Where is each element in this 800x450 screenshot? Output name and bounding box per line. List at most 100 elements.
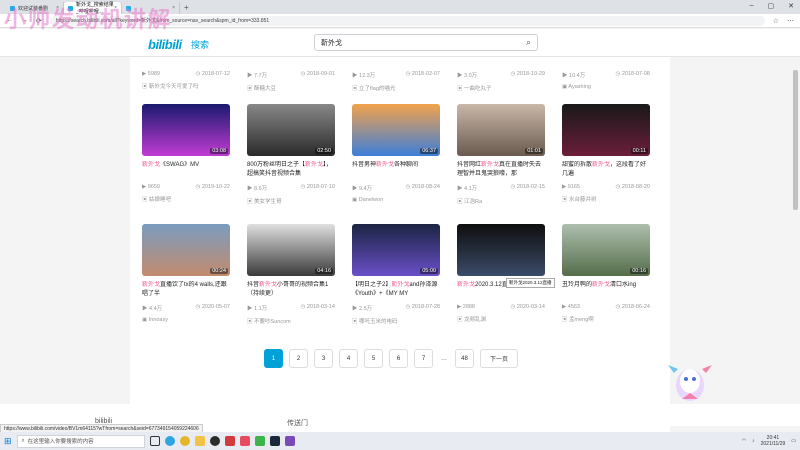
- tab-close-icon[interactable]: ×: [172, 5, 175, 11]
- uploader-name[interactable]: ▣ 江浩Ra: [457, 197, 545, 205]
- page-button-4[interactable]: 4: [339, 349, 358, 368]
- clock[interactable]: 20:41 2021/11/29: [761, 435, 786, 447]
- uploader-name[interactable]: ▣ 水台藤井树: [562, 195, 650, 203]
- forward-icon[interactable]: →: [21, 17, 28, 24]
- reload-icon[interactable]: ⟳: [36, 17, 42, 25]
- steam-icon[interactable]: [269, 436, 280, 446]
- chrome-icon[interactable]: [179, 436, 190, 446]
- video-thumbnail[interactable]: 00:24: [142, 224, 230, 276]
- star-icon[interactable]: ☆: [773, 17, 779, 25]
- video-title[interactable]: 甜蜜的拆散靳外戈，这段看了好几遍: [562, 161, 650, 179]
- url-field[interactable]: https://search.bilibili.com/all?keyword=…: [49, 15, 765, 26]
- video-card-partial[interactable]: ▶ 7.7万 ◷ 2018-09-01 ▣ 酥糖大豆: [247, 66, 335, 92]
- video-card[interactable]: 00:24 靳外戈直播饮了tx的4 walls,还跟唱了半 ▶ 4.4万 ◷ 2020…: [142, 224, 230, 323]
- video-thumbnail[interactable]: 00:11: [562, 104, 650, 156]
- edge-icon[interactable]: [164, 436, 175, 446]
- page-button-5[interactable]: 5: [364, 349, 383, 368]
- uploader-name[interactable]: ▣ Ayashing: [562, 84, 650, 90]
- video-card-partial[interactable]: ▶ 10.4万 ◷ 2018-07-08 ▣ Ayashing: [562, 66, 650, 90]
- uploader-name[interactable]: ▣ 姑娘睡吧: [142, 195, 230, 203]
- keyword-highlight: 靳外戈: [259, 282, 278, 288]
- uploader-name[interactable]: ▣ 不要吵Suncom: [247, 317, 335, 325]
- page-button-2[interactable]: 2: [289, 349, 308, 368]
- video-card[interactable]: 03:08 靳外戈《SWAG》MV ▶ 9659 ◷ 2019-10-22 ▣ 姑娘睡吧: [142, 104, 230, 203]
- notification-icon[interactable]: ▭: [791, 438, 796, 444]
- tab-close-icon[interactable]: ×: [56, 5, 59, 11]
- uploader-name[interactable]: ▣ Danelwon: [352, 197, 440, 203]
- folder-icon[interactable]: [194, 436, 205, 446]
- search-icon[interactable]: ⌕: [526, 37, 531, 48]
- uploader-name[interactable]: ▣ Innoasy: [142, 317, 230, 323]
- wifi-icon[interactable]: ◠: [742, 438, 746, 444]
- browser-tab[interactable]: 欢迎试装番剧 ×: [6, 2, 64, 14]
- new-tab-icon[interactable]: +: [184, 3, 189, 12]
- bilibili-logo[interactable]: bilibili: [148, 37, 182, 52]
- video-card-partial[interactable]: ▶ 3.0万 ◷ 2018-10-29 ▣ 一曲吃丸子: [457, 66, 545, 92]
- video-title[interactable]: 抖音男神靳外戈各种聊间: [352, 161, 440, 179]
- video-app-icon[interactable]: [239, 436, 250, 446]
- close-window-icon[interactable]: ✕: [788, 2, 794, 10]
- video-card[interactable]: 06:37 抖音男神靳外戈各种聊间 ▶ 9.4万 ◷ 2018-08-24 ▣ Dane…: [352, 104, 440, 203]
- play-count: ▶ 4563: [562, 304, 580, 310]
- play-count: ▶ 2.5万: [352, 306, 373, 312]
- video-card[interactable]: 00:16 丑玲月鸭的靳外戈清口水ing ▶ 4563 ◷ 2018-06-24 ▣ 孟…: [562, 224, 650, 323]
- video-title[interactable]: 丑玲月鸭的靳外戈清口水ing: [562, 281, 650, 299]
- app-icon[interactable]: [209, 436, 220, 446]
- uploader-name[interactable]: ▣ 酥糖大豆: [247, 84, 335, 92]
- video-card-partial[interactable]: ▶ 5989 ◷ 2018-07-12 ▣ 靳外戈今天可爱了吗: [142, 66, 230, 90]
- video-title[interactable]: 靳外戈直播饮了tx的4 walls,还跟唱了半: [142, 281, 230, 299]
- next-page-button[interactable]: 下一页: [480, 349, 518, 368]
- back-icon[interactable]: ←: [6, 17, 13, 24]
- video-title[interactable]: 抖音靳外戈小哥哥的视频合集1（持续更）: [247, 281, 335, 299]
- upload-date: ◷ 2019-10-22: [195, 184, 230, 190]
- page-button-1[interactable]: 1: [264, 349, 283, 368]
- video-card[interactable]: 05:00 【明日之子2】靳外戈and孙泽源《Youth》+《MY MY ▶ 2.5…: [352, 224, 440, 325]
- tab-close-icon[interactable]: ×: [114, 5, 117, 11]
- video-thumbnail[interactable]: 03:08: [142, 104, 230, 156]
- video-thumbnail[interactable]: 01:01: [457, 104, 545, 156]
- uploader-name[interactable]: ▣ 哪吒玉米的电码: [352, 317, 440, 325]
- video-thumbnail[interactable]: 04:16: [247, 224, 335, 276]
- video-card[interactable]: 01:01 抖音网红靳外戈真在直播时失去理智并且鬼哭狼嚎，那 ▶ 4.1万 ◷ 201…: [457, 104, 545, 205]
- video-card[interactable]: 02:50 800万粉丝明日之子【靳外戈】，超搞笑抖音视频合集 ▶ 8.6万 ◷ 20…: [247, 104, 335, 205]
- video-thumbnail[interactable]: 02:50: [247, 104, 335, 156]
- task-view-icon[interactable]: [149, 436, 160, 446]
- uploader-name[interactable]: ▣ 孟meng啊: [562, 315, 650, 323]
- play-count: ▶ 9659: [142, 184, 160, 190]
- music-icon[interactable]: [224, 436, 235, 446]
- video-title[interactable]: 【明日之子2】靳外戈and孙泽源《Youth》+《MY MY: [352, 281, 440, 299]
- video-card[interactable]: 00:11 甜蜜的拆散靳外戈，这段看了好几遍 ▶ 9165 ◷ 2018-08-20 ▣…: [562, 104, 650, 203]
- video-thumbnail[interactable]: 00:16: [562, 224, 650, 276]
- uploader-name[interactable]: ▣ 龙频乱渊: [457, 315, 545, 323]
- video-card[interactable]: 04:16 抖音靳外戈小哥哥的视频合集1（持续更） ▶ 1.1万 ◷ 2018-03-…: [247, 224, 335, 325]
- scrollbar[interactable]: [793, 70, 798, 210]
- page-button-last[interactable]: 48: [455, 349, 474, 368]
- video-card-partial[interactable]: ▶ 12.3万 ◷ 2018-02-07 ▣ 立了flag的喵光: [352, 66, 440, 92]
- video-title[interactable]: 靳外戈《SWAG》MV: [142, 161, 230, 179]
- game-icon[interactable]: [284, 436, 295, 446]
- browser-tab-active[interactable]: 靳外戈_搜索结果_哔哩哔哩... ×: [64, 2, 122, 15]
- uploader-name[interactable]: ▣ 美女学生哥: [247, 197, 335, 205]
- uploader-name[interactable]: ▣ 一曲吃丸子: [457, 84, 545, 92]
- video-card[interactable]: 靳外戈2020.3.12直播 ▶ 2888 ◷ 2020-03-14 ▣ 龙频乱渊: [457, 224, 545, 323]
- uploader-name[interactable]: ▣ 立了flag的喵光: [352, 84, 440, 92]
- uploader-name[interactable]: ▣ 靳外戈今天可爱了吗: [142, 82, 230, 90]
- browser-tab[interactable]: ×: [122, 2, 180, 14]
- menu-dots-icon[interactable]: ⋯: [787, 17, 794, 25]
- minimize-icon[interactable]: –: [750, 2, 754, 10]
- volume-icon[interactable]: ♪: [752, 438, 755, 444]
- search-input[interactable]: 靳外戈 ⌕: [314, 34, 538, 51]
- page-button-6[interactable]: 6: [389, 349, 408, 368]
- wechat-icon[interactable]: [254, 436, 265, 446]
- video-duration: 01:01: [525, 148, 543, 154]
- page-button-7[interactable]: 7: [414, 349, 433, 368]
- video-thumbnail[interactable]: [457, 224, 545, 276]
- taskbar-search-input[interactable]: ⌕ 在这里输入你要搜索的内容: [16, 434, 145, 448]
- windows-start-icon[interactable]: ⊞: [4, 436, 12, 447]
- maximize-icon[interactable]: ▢: [768, 2, 775, 10]
- video-title[interactable]: 抖音网红靳外戈真在直播时失去理智并且鬼哭狼嚎，那: [457, 161, 545, 179]
- page-button-3[interactable]: 3: [314, 349, 333, 368]
- video-title[interactable]: 800万粉丝明日之子【靳外戈】，超搞笑抖音视频合集: [247, 161, 335, 179]
- video-thumbnail[interactable]: 06:37: [352, 104, 440, 156]
- video-thumbnail[interactable]: 05:00: [352, 224, 440, 276]
